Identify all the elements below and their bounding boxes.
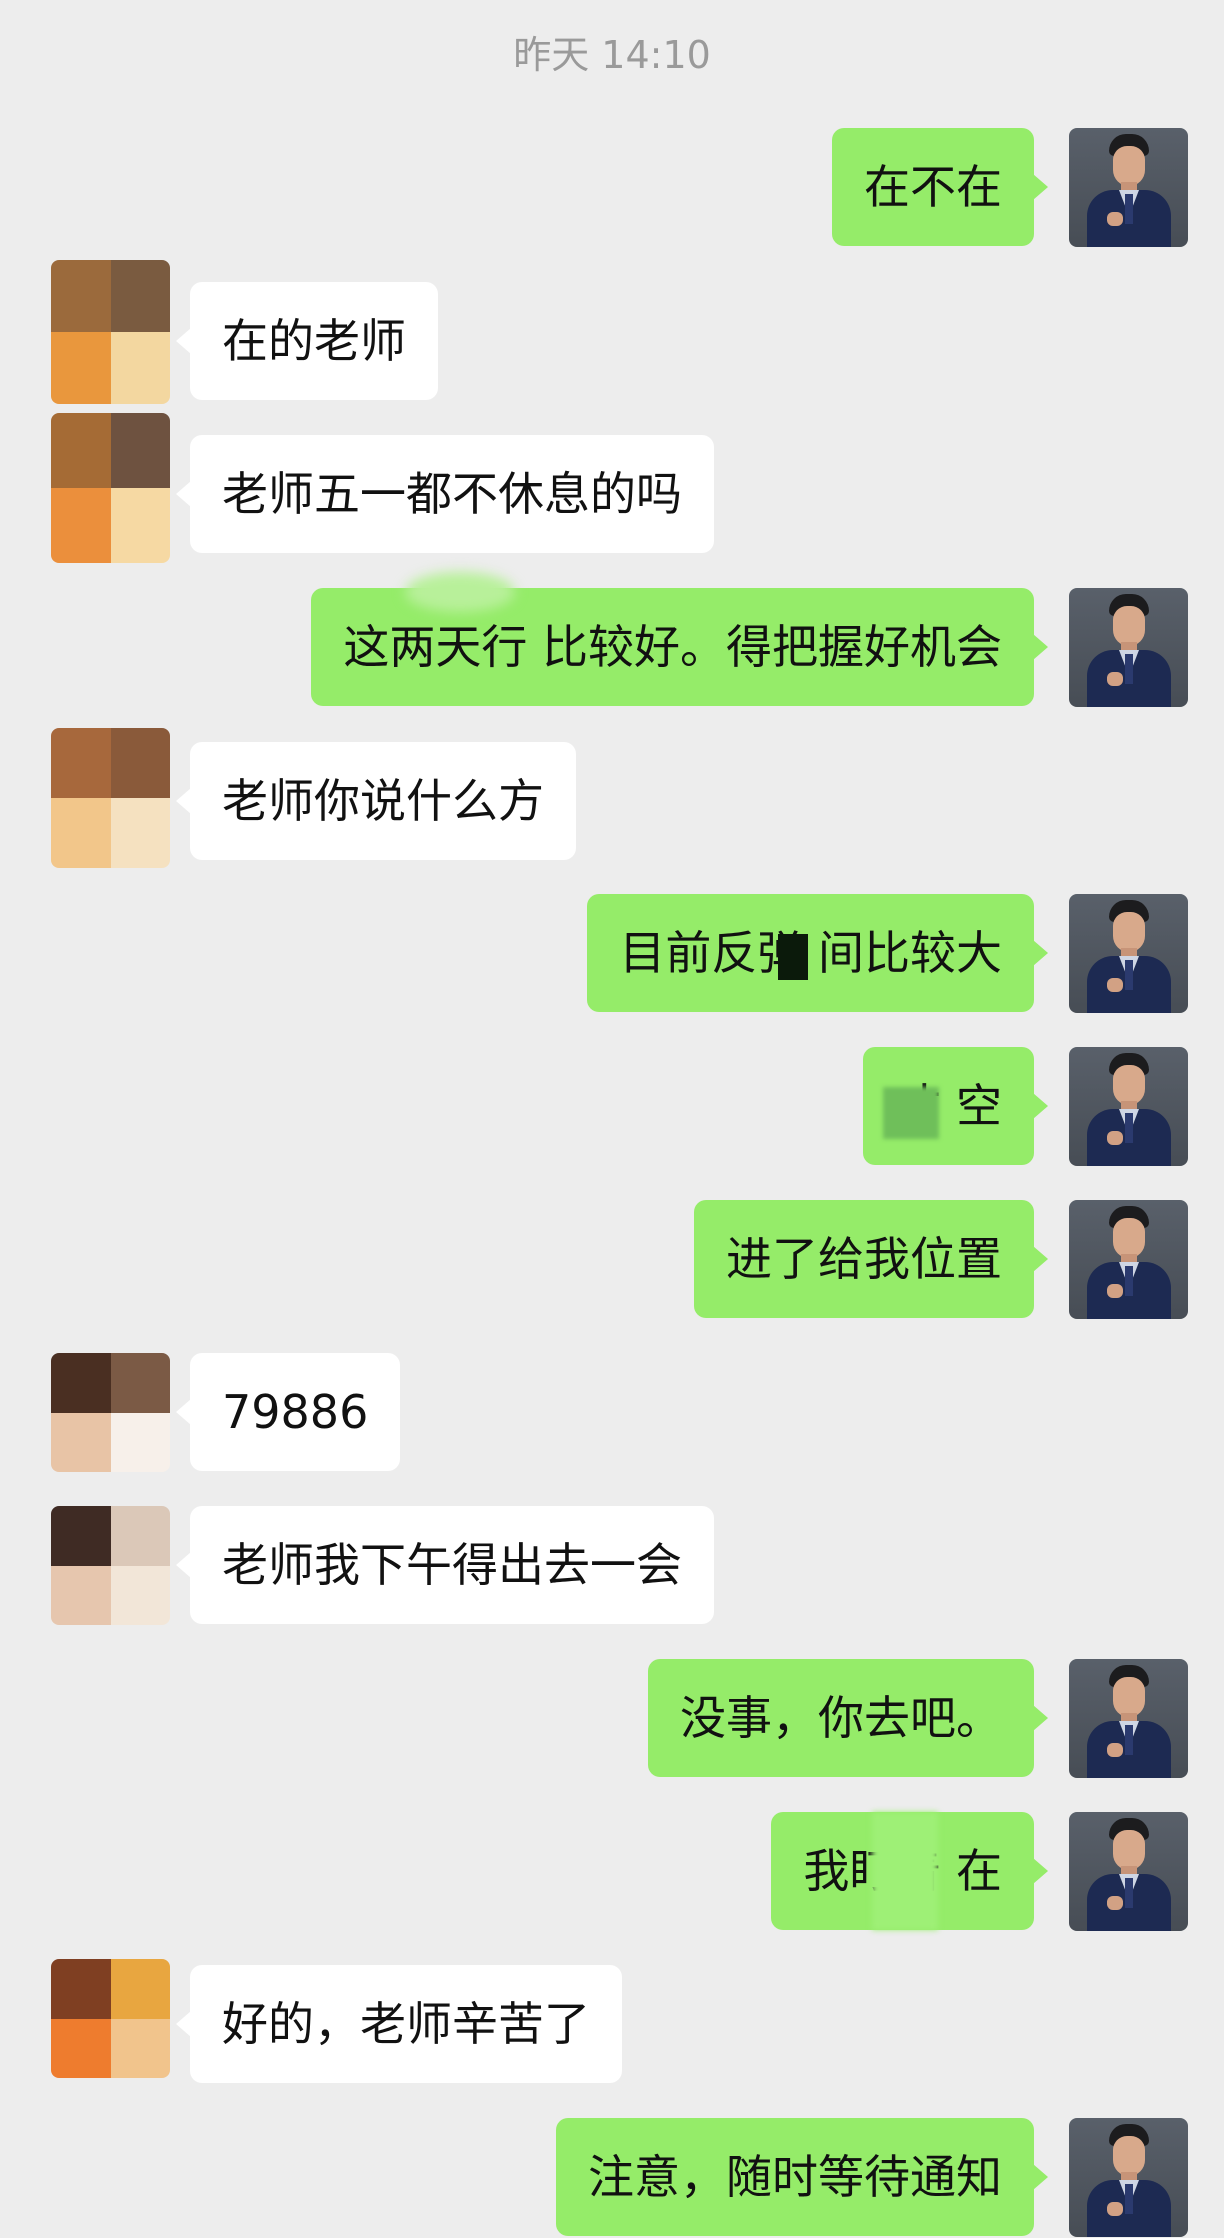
blur-mark [872,1812,938,1930]
contact-avatar-icon[interactable] [51,1959,170,2078]
message-bubble-outgoing[interactable]: 注意，随时等待通知 [556,2118,1048,2236]
message-row-incoming: 好的，老师辛苦了 [0,1959,1224,2085]
self-avatar-icon[interactable] [1069,894,1188,1013]
self-avatar-icon[interactable] [1069,128,1188,247]
self-avatar-icon[interactable] [1069,588,1188,707]
message-bubble-incoming[interactable]: 79886 [175,1353,401,1471]
message-bubble-outgoing[interactable]: 目前反弹 间比较大 [587,894,1048,1012]
blur-mark [883,1087,939,1139]
message-row-incoming: 老师你说什么方 [0,728,1224,868]
contact-avatar-icon[interactable] [51,260,170,404]
contact-avatar-icon[interactable] [51,728,170,868]
contact-avatar-icon[interactable] [51,1353,170,1472]
self-avatar-icon[interactable] [1069,1200,1188,1319]
message-row-outgoing: 进了给我位置 [0,1200,1224,1320]
self-avatar-icon[interactable] [1069,1659,1188,1778]
message-bubble-incoming[interactable]: 老师我下午得出去一会 [176,1506,714,1624]
self-avatar-icon[interactable] [1069,2118,1188,2237]
message-bubble-outgoing[interactable]: 没事，你去吧。 [648,1659,1048,1777]
message-row-incoming: 在的老师 [0,260,1224,404]
message-row-outgoing: 没事，你去吧。 [0,1659,1224,1779]
message-row-outgoing: 在不在 [0,128,1224,248]
message-bubble-outgoing[interactable]: 进了给我位置 [694,1200,1048,1318]
self-avatar-icon[interactable] [1069,1047,1188,1166]
contact-avatar-icon[interactable] [51,1506,170,1625]
chat-message-list: 在不在 在的老师 老师五一都不休息的吗 这两天行 比较好。得把握好机会 老师你说… [0,0,1224,2238]
blur-mark [405,572,515,612]
message-bubble-incoming[interactable]: 在的老师 [176,282,438,400]
contact-avatar-icon[interactable] [51,413,170,563]
message-row-outgoing: 才 空 [0,1047,1224,1167]
message-row-incoming: 79886 [0,1353,1224,1473]
blur-mark [778,934,808,980]
message-row-outgoing: 这两天行 比较好。得把握好机会 [0,572,1224,708]
message-row-outgoing: 我盯着 在 [0,1812,1224,1932]
message-row-incoming: 老师五一都不休息的吗 [0,413,1224,563]
message-row-outgoing: 注意，随时等待通知 [0,2118,1224,2238]
self-avatar-icon[interactable] [1069,1812,1188,1931]
message-bubble-incoming[interactable]: 老师你说什么方 [176,742,576,860]
message-row-outgoing: 目前反弹 间比较大 [0,894,1224,1014]
message-bubble-incoming[interactable]: 好的，老师辛苦了 [176,1965,622,2083]
message-bubble-incoming[interactable]: 老师五一都不休息的吗 [176,435,714,553]
message-bubble-outgoing[interactable]: 在不在 [832,128,1048,246]
message-row-incoming: 老师我下午得出去一会 [0,1506,1224,1626]
